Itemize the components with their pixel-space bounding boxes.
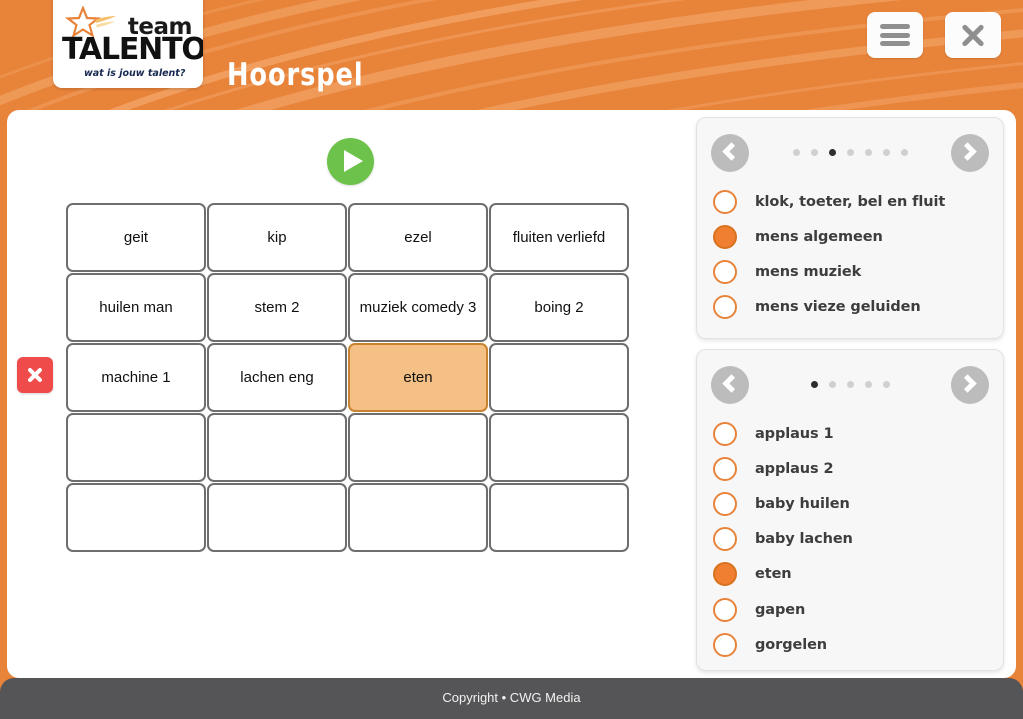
pagination-dot[interactable] bbox=[828, 381, 836, 388]
pagination-dot[interactable] bbox=[864, 149, 872, 156]
option-label: applaus 1 bbox=[755, 425, 834, 442]
sound-grid: geit kip ezel fluiten verliefd huilen man ste… bbox=[66, 203, 631, 552]
sound-cell[interactable]: ezel bbox=[348, 203, 488, 272]
radio-button[interactable] bbox=[713, 456, 737, 481]
sound-cell-empty[interactable] bbox=[489, 483, 629, 552]
category-pagination-dots bbox=[697, 149, 1003, 156]
pagination-dot[interactable] bbox=[846, 149, 854, 156]
sound-cell-empty[interactable] bbox=[207, 483, 347, 552]
play-button[interactable] bbox=[327, 138, 374, 185]
sound-cell[interactable]: fluiten verliefd bbox=[489, 203, 629, 272]
radio-button[interactable] bbox=[713, 259, 737, 284]
option-row[interactable]: eten bbox=[713, 557, 991, 592]
sound-cell[interactable]: boing 2 bbox=[489, 273, 629, 342]
option-row[interactable]: baby huilen bbox=[713, 486, 991, 521]
option-row[interactable]: mens algemeen bbox=[713, 219, 991, 254]
sound-cell[interactable]: eten bbox=[348, 343, 488, 412]
play-icon bbox=[344, 150, 363, 172]
option-row[interactable]: gapen bbox=[713, 592, 991, 627]
hamburger-menu-icon bbox=[880, 24, 910, 29]
pagination-dot[interactable] bbox=[864, 381, 872, 388]
option-label: applaus 2 bbox=[755, 460, 834, 477]
sound-cell[interactable]: machine 1 bbox=[66, 343, 206, 412]
option-label: mens muziek bbox=[755, 263, 862, 280]
remove-button[interactable] bbox=[17, 357, 53, 393]
logo: team TALENTO wat is jouw talent? bbox=[53, 0, 203, 88]
option-row[interactable]: applaus 1 bbox=[713, 416, 991, 451]
radio-button[interactable] bbox=[713, 527, 737, 552]
option-label: gapen bbox=[755, 601, 806, 618]
option-row[interactable]: klok, toeter, bel en fluit bbox=[713, 184, 991, 219]
pagination-dot[interactable] bbox=[810, 149, 818, 156]
option-row[interactable]: baby lachen bbox=[713, 522, 991, 557]
application-window: team TALENTO wat is jouw talent? Hoorspe… bbox=[0, 0, 1023, 719]
category-panel: klok, toeter, bel en fluit mens algemeen m… bbox=[696, 117, 1004, 339]
footer: Copyright • CWG Media bbox=[0, 678, 1023, 719]
radio-button[interactable] bbox=[713, 562, 737, 587]
option-label: mens algemeen bbox=[755, 228, 883, 245]
option-row[interactable]: applaus 2 bbox=[713, 451, 991, 486]
option-label: eten bbox=[755, 566, 792, 583]
app-header: team TALENTO wat is jouw talent? Hoorspe… bbox=[0, 0, 1023, 110]
sound-cell[interactable]: lachen eng bbox=[207, 343, 347, 412]
category-option-list: klok, toeter, bel en fluit mens algemeen m… bbox=[713, 184, 991, 325]
copyright-text: Copyright • CWG Media bbox=[442, 690, 581, 705]
logo-name-text: TALENTO bbox=[62, 32, 203, 67]
radio-button[interactable] bbox=[713, 632, 737, 657]
sound-cell-empty[interactable] bbox=[207, 413, 347, 482]
sound-cell[interactable]: muziek comedy 3 bbox=[348, 273, 488, 342]
sound-cell-empty[interactable] bbox=[489, 343, 629, 412]
sound-cell[interactable]: stem 2 bbox=[207, 273, 347, 342]
sound-cell-empty[interactable] bbox=[348, 483, 488, 552]
option-row[interactable]: mens muziek bbox=[713, 254, 991, 289]
option-label: gorgelen bbox=[755, 636, 828, 653]
pagination-dot[interactable] bbox=[882, 381, 890, 388]
radio-button[interactable] bbox=[713, 597, 737, 622]
page-title: Hoorspel bbox=[227, 57, 364, 93]
radio-button[interactable] bbox=[713, 224, 737, 249]
sound-cell-empty[interactable] bbox=[348, 413, 488, 482]
hamburger-menu-icon-line bbox=[880, 41, 910, 46]
radio-button[interactable] bbox=[713, 491, 737, 516]
sound-cell[interactable]: huilen man bbox=[66, 273, 206, 342]
option-label: klok, toeter, bel en fluit bbox=[755, 193, 946, 210]
sound-cell[interactable]: kip bbox=[207, 203, 347, 272]
sound-cell-empty[interactable] bbox=[66, 483, 206, 552]
pagination-dot[interactable] bbox=[882, 149, 890, 156]
radio-button[interactable] bbox=[713, 295, 737, 320]
option-label: baby huilen bbox=[755, 495, 850, 512]
option-label: baby lachen bbox=[755, 531, 853, 548]
sound-pagination-dots bbox=[697, 381, 1003, 388]
logo-tagline: wat is jouw talent? bbox=[84, 68, 186, 79]
radio-button[interactable] bbox=[713, 421, 737, 446]
pagination-dot[interactable] bbox=[792, 149, 800, 156]
sound-cell-empty[interactable] bbox=[66, 413, 206, 482]
hamburger-menu-icon-line bbox=[880, 32, 910, 38]
sound-panel: applaus 1 applaus 2 baby huilen baby lachen… bbox=[696, 349, 1004, 671]
sound-option-list: applaus 1 applaus 2 baby huilen baby lachen… bbox=[713, 416, 991, 662]
option-row[interactable]: mens vieze geluiden bbox=[713, 290, 991, 325]
option-label: mens vieze geluiden bbox=[755, 299, 921, 316]
sound-cell[interactable]: geit bbox=[66, 203, 206, 272]
pagination-dot[interactable] bbox=[846, 381, 854, 388]
option-row[interactable]: gorgelen bbox=[713, 627, 991, 662]
sound-cell-empty[interactable] bbox=[489, 413, 629, 482]
pagination-dot[interactable] bbox=[810, 381, 818, 388]
close-button[interactable] bbox=[945, 12, 1001, 58]
pagination-dot[interactable] bbox=[900, 149, 908, 156]
pagination-dot[interactable] bbox=[828, 149, 836, 156]
radio-button[interactable] bbox=[713, 189, 737, 214]
menu-button[interactable] bbox=[867, 12, 923, 58]
